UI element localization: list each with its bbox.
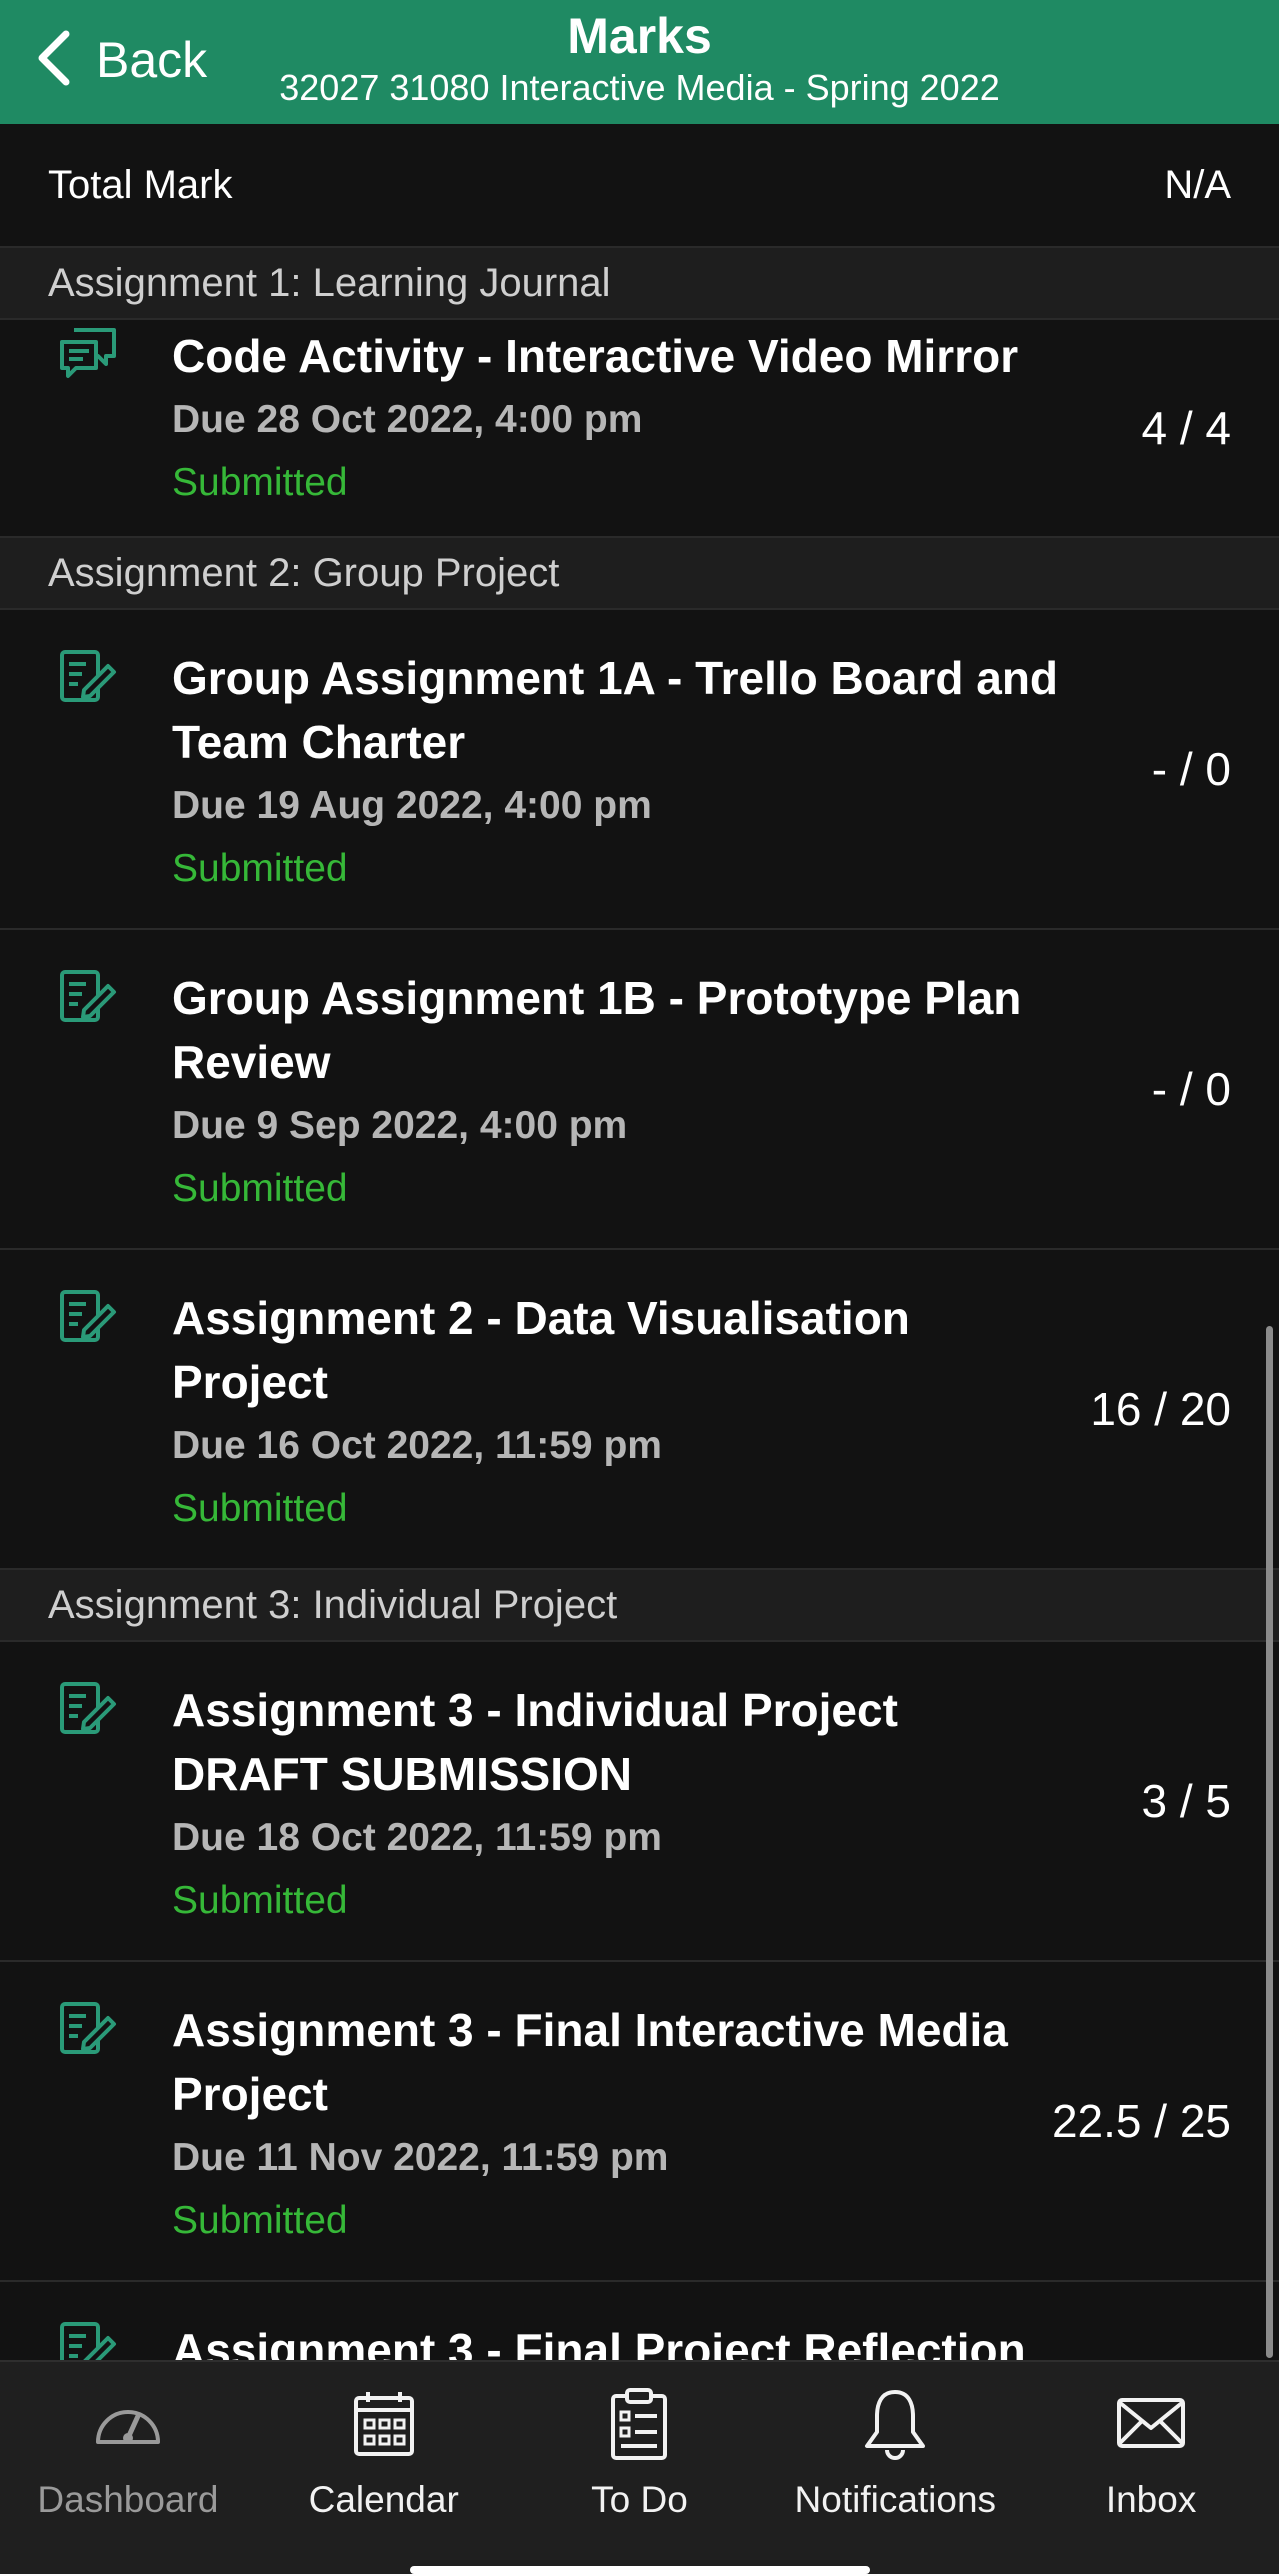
- dashboard-icon: [88, 2384, 168, 2469]
- submission-status: Submitted: [172, 2199, 348, 2242]
- back-label: Back: [96, 32, 208, 88]
- submission-status: Submitted: [172, 1167, 348, 1210]
- assignment-icon: [56, 1998, 120, 2062]
- back-button[interactable]: Back: [34, 22, 207, 98]
- assignment-title: Assignment 3 - Final Interactive Media P…: [172, 2004, 1008, 2120]
- chevron-left-icon: [34, 28, 74, 93]
- tab-bar: Dashboard Calendar To Do Notifications Inbox: [0, 2360, 1279, 2574]
- assignment-due-date: Due 19 Aug 2022, 4:00 pm: [172, 784, 652, 827]
- page-title: Marks: [567, 8, 712, 64]
- assignment-icon: [56, 646, 120, 710]
- submission-status: Submitted: [172, 1487, 348, 1530]
- assignment-score: - / 0: [1151, 743, 1231, 795]
- assignment-row[interactable]: Assignment 3 - Individual Project DRAFT …: [0, 1642, 1279, 1962]
- total-mark-row: Total Mark N/A: [0, 124, 1279, 248]
- assignment-row[interactable]: Group Assignment 1A - Trello Board and T…: [0, 610, 1279, 930]
- assignment-due-date: Due 16 Oct 2022, 11:59 pm: [172, 1424, 662, 1467]
- assignment-score: - / 0: [1151, 1063, 1231, 1115]
- assignment-icon: [56, 1286, 120, 1350]
- assignment-title: Group Assignment 1B - Prototype Plan Rev…: [172, 972, 1022, 1088]
- tab-dashboard[interactable]: Dashboard: [0, 2362, 256, 2574]
- app-header: Back Marks 32027 31080 Interactive Media…: [0, 0, 1279, 124]
- bell-icon: [855, 2384, 935, 2469]
- assignment-title: Assignment 2 - Data Visualisation Projec…: [172, 1292, 910, 1408]
- assignment-icon: [56, 1678, 120, 1742]
- section-header: Assignment 2: Group Project: [0, 538, 1279, 610]
- submission-status: Submitted: [172, 461, 348, 504]
- tab-label: To Do: [591, 2479, 688, 2520]
- assignment-due-date: Due 11 Nov 2022, 11:59 pm: [172, 2136, 669, 2179]
- submission-status: Submitted: [172, 847, 348, 890]
- tab-label: Dashboard: [37, 2479, 219, 2520]
- assignment-due-date: Due 9 Sep 2022, 4:00 pm: [172, 1104, 628, 1147]
- assignment-icon: [56, 966, 120, 1030]
- assignment-row[interactable]: Assignment 2 - Data Visualisation Projec…: [0, 1250, 1279, 1570]
- section-header: Assignment 3: Individual Project: [0, 1570, 1279, 1642]
- assignment-score: 16 / 20: [1090, 1383, 1231, 1435]
- assignment-icon: [56, 2318, 120, 2360]
- assignment-row[interactable]: Assignment 3 - Final Interactive Media P…: [0, 1962, 1279, 2282]
- assignment-row[interactable]: Assignment 3 - Final Project ReflectionD…: [0, 2282, 1279, 2360]
- submission-status: Submitted: [172, 1879, 348, 1922]
- assignment-title: Group Assignment 1A - Trello Board and T…: [172, 652, 1059, 768]
- tab-calendar[interactable]: Calendar: [256, 2362, 512, 2574]
- assignment-title: Assignment 3 - Final Project Reflection: [172, 2324, 1026, 2360]
- assignment-row[interactable]: Group Assignment 1B - Prototype Plan Rev…: [0, 930, 1279, 1250]
- assignment-score: 3 / 5: [1141, 1775, 1231, 1827]
- assignment-title: Code Activity - Interactive Video Mirror: [172, 330, 1019, 382]
- assignment-score: 22.5 / 25: [1051, 2095, 1231, 2147]
- tab-label: Calendar: [308, 2479, 459, 2520]
- assignment-row[interactable]: Code Activity - Interactive Video Mirror…: [0, 320, 1279, 538]
- todo-icon: [599, 2384, 679, 2469]
- tab-inbox[interactable]: Inbox: [1023, 2362, 1279, 2574]
- scrollbar[interactable]: [1266, 1326, 1273, 2358]
- assignment-title: Assignment 3 - Individual Project DRAFT …: [172, 1684, 898, 1800]
- tab-label: Inbox: [1105, 2479, 1197, 2520]
- marks-list[interactable]: Total Mark N/A Assignment 1: Learning Jo…: [0, 124, 1279, 2360]
- section-header: Assignment 1: Learning Journal: [0, 248, 1279, 320]
- assignment-score: 4 / 4: [1141, 402, 1231, 454]
- tab-notifications[interactable]: Notifications: [767, 2362, 1023, 2574]
- total-mark-label: Total Mark: [48, 162, 233, 207]
- calendar-icon: [344, 2384, 424, 2469]
- assignment-due-date: Due 28 Oct 2022, 4:00 pm: [172, 398, 643, 441]
- page-subtitle: 32027 31080 Interactive Media - Spring 2…: [279, 67, 1000, 108]
- assignment-due-date: Due 18 Oct 2022, 11:59 pm: [172, 1816, 662, 1859]
- envelope-icon: [1111, 2384, 1191, 2469]
- tab-to-do[interactable]: To Do: [512, 2362, 768, 2574]
- home-indicator: [410, 2566, 870, 2574]
- discussion-icon: [56, 324, 120, 388]
- tab-label: Notifications: [794, 2479, 997, 2520]
- total-mark-value: N/A: [1164, 162, 1231, 207]
